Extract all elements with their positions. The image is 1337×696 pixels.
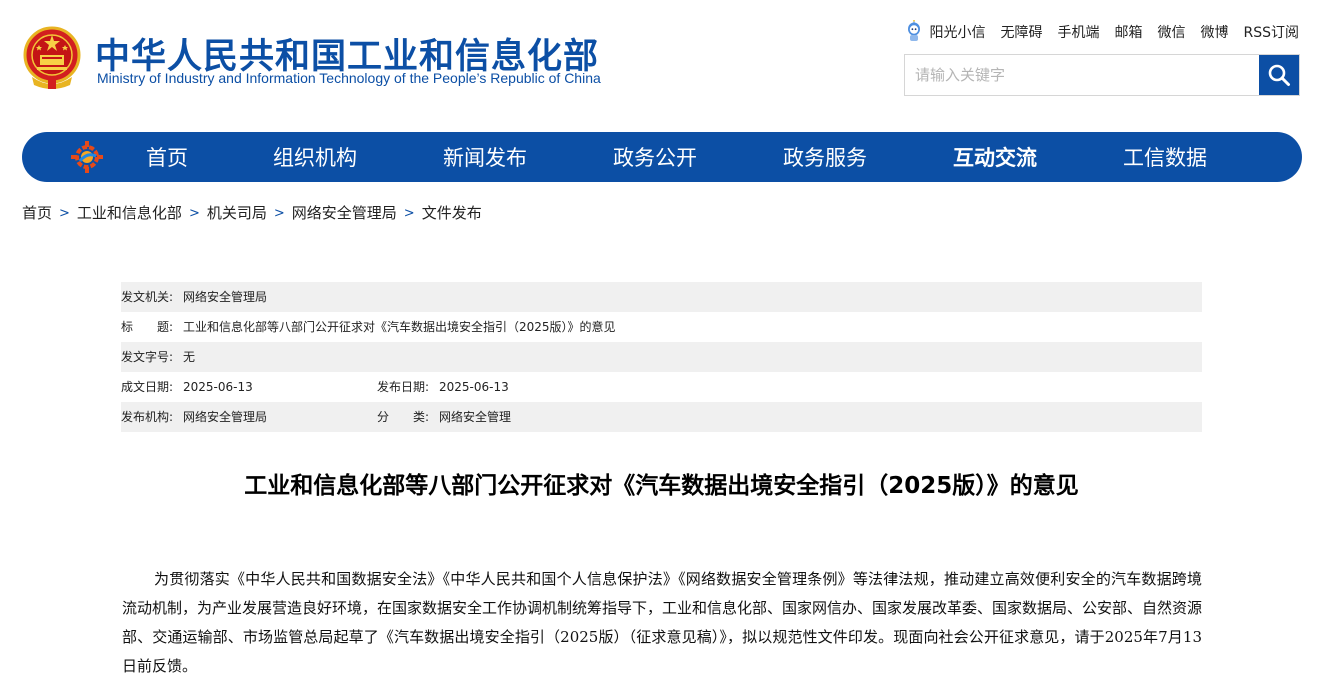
top-link-mobile[interactable]: 手机端 xyxy=(1057,22,1099,42)
breadcrumb-separator: > xyxy=(59,206,70,221)
meta-label: 发布机构: xyxy=(121,410,174,424)
top-link-rss[interactable]: RSS订阅 xyxy=(1243,22,1299,42)
nav-item-services[interactable]: 政务服务 xyxy=(783,132,867,182)
meta-row-dates: 成文日期: 2025-06-13 发布日期: 2025-06-13 xyxy=(121,372,1202,402)
document-meta-table: 发文机关: 网络安全管理局 标 题: 工业和信息化部等八部门公开征求对《汽车数据… xyxy=(121,282,1202,432)
meta-label: 标 题: xyxy=(121,320,174,334)
breadcrumb-item-miit[interactable]: 工业和信息化部 xyxy=(77,203,182,224)
meta-label: 分 类: xyxy=(377,410,430,424)
search-box xyxy=(904,54,1300,96)
national-emblem-icon[interactable] xyxy=(22,25,82,91)
breadcrumb: 首页 > 工业和信息化部 > 机关司局 > 网络安全管理局 > 文件发布 xyxy=(22,203,482,224)
robot-mascot-icon xyxy=(908,20,921,41)
breadcrumb-separator: > xyxy=(188,206,200,221)
meta-label: 成文日期: xyxy=(121,380,174,394)
meta-label: 发文字号: xyxy=(121,350,174,364)
meta-value: 2025-06-13 xyxy=(183,380,253,394)
article-title: 工业和信息化部等八部门公开征求对《汽车数据出境安全指引（2025版）》的意见 xyxy=(244,473,1079,499)
top-link-wechat[interactable]: 微信 xyxy=(1157,22,1185,42)
meta-label: 发文机关: xyxy=(121,290,174,304)
meta-row-issuer: 发文机关: 网络安全管理局 xyxy=(121,282,1202,312)
breadcrumb-item-cybersecurity-bureau[interactable]: 网络安全管理局 xyxy=(292,203,397,224)
breadcrumb-item-documents[interactable]: 文件发布 xyxy=(422,203,482,224)
nav-item-organization[interactable]: 组织机构 xyxy=(273,132,357,182)
search-icon xyxy=(1268,64,1290,86)
breadcrumb-item-home[interactable]: 首页 xyxy=(22,203,52,224)
meta-row-title: 标 题: 工业和信息化部等八部门公开征求对《汽车数据出境安全指引（2025版）》… xyxy=(121,312,1202,342)
search-button[interactable] xyxy=(1259,55,1299,95)
breadcrumb-item-departments[interactable]: 机关司局 xyxy=(207,203,267,224)
meta-value: 工业和信息化部等八部门公开征求对《汽车数据出境安全指引（2025版）》的意见 xyxy=(183,320,616,334)
meta-value: 网络安全管理局 xyxy=(183,410,268,424)
meta-value: 无 xyxy=(183,350,196,364)
nav-item-news[interactable]: 新闻发布 xyxy=(443,132,527,182)
breadcrumb-separator: > xyxy=(403,206,415,221)
top-link-sunshine[interactable]: 阳光小信 xyxy=(905,20,985,44)
site-title-en[interactable]: Ministry of Industry and Information Tec… xyxy=(97,70,601,86)
nav-item-government-affairs[interactable]: 政务公开 xyxy=(613,132,697,182)
top-link-mail[interactable]: 邮箱 xyxy=(1114,22,1142,42)
nav-item-home[interactable]: 首页 xyxy=(146,132,188,182)
meta-label: 发布日期: xyxy=(377,380,430,394)
meta-value: 网络安全管理局 xyxy=(183,290,268,304)
nav-item-interaction[interactable]: 互动交流 xyxy=(953,132,1037,182)
article-paragraph: 为贯彻落实《中华人民共和国数据安全法》《中华人民共和国个人信息保护法》《网络数据… xyxy=(122,570,1203,675)
meta-value: 网络安全管理 xyxy=(439,410,512,424)
top-link-label: 阳光小信 xyxy=(929,25,986,41)
main-nav: 首页 组织机构 新闻发布 政务公开 政务服务 互动交流 工信数据 xyxy=(22,132,1302,182)
nav-item-data[interactable]: 工信数据 xyxy=(1123,132,1207,182)
search-input[interactable] xyxy=(905,55,1259,95)
meta-row-doc-no: 发文字号: 无 xyxy=(121,342,1202,372)
top-links: 阳光小信 无障碍 手机端 邮箱 微信 微博 RSS订阅 xyxy=(905,20,1299,44)
top-link-accessibility[interactable]: 无障碍 xyxy=(1000,22,1042,42)
breadcrumb-separator: > xyxy=(273,206,285,221)
top-link-weibo[interactable]: 微博 xyxy=(1200,22,1228,42)
miit-logo-icon[interactable] xyxy=(70,140,104,174)
site-header: 中华人民共和国工业和信息化部 Ministry of Industry and … xyxy=(0,0,1337,120)
meta-value: 2025-06-13 xyxy=(439,380,509,394)
meta-row-publisher: 发布机构: 网络安全管理局 分 类: 网络安全管理 xyxy=(121,402,1202,432)
